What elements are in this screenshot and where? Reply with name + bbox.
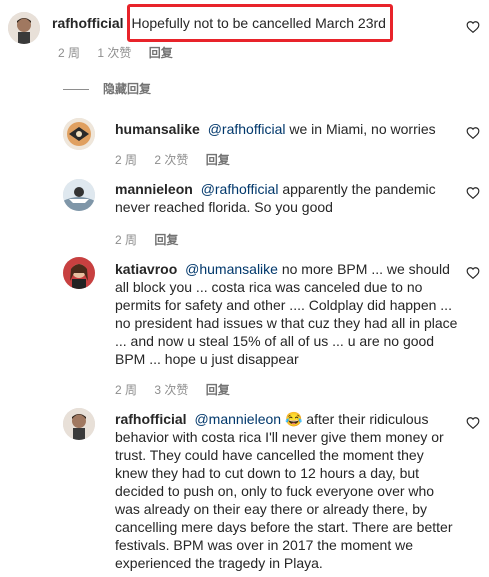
comment-meta: 2 周 2 次赞 回复 — [115, 151, 244, 168]
divider — [63, 89, 89, 91]
laughing-emoji-icon: 😂 — [284, 411, 303, 427]
avatar[interactable] — [63, 118, 95, 150]
comment-meta: 2 周 回复 — [115, 231, 192, 248]
reply-button[interactable]: 回复 — [149, 46, 173, 60]
hide-replies-label: 隐藏回复 — [103, 82, 152, 96]
avatar[interactable] — [63, 179, 95, 211]
avatar[interactable] — [8, 12, 40, 44]
heart-icon[interactable] — [466, 126, 480, 140]
like-count[interactable]: 1 次赞 — [97, 46, 131, 60]
avatar[interactable] — [63, 257, 95, 289]
mention-link[interactable]: @humansalike — [185, 261, 278, 277]
heart-icon[interactable] — [466, 416, 480, 430]
username[interactable]: katiavroo — [115, 261, 177, 277]
comment-text: we in Miami, no worries — [285, 121, 436, 137]
mention-link[interactable]: @rafhofficial — [201, 181, 279, 197]
mention-link[interactable]: @mannieleon — [194, 411, 281, 427]
avatar[interactable] — [63, 408, 95, 440]
reply-button[interactable]: 回复 — [206, 153, 230, 167]
like-count[interactable]: 2 次赞 — [154, 153, 188, 167]
like-count[interactable]: 3 次赞 — [154, 383, 188, 397]
timestamp[interactable]: 2 周 — [115, 233, 137, 247]
heart-icon[interactable] — [466, 266, 480, 280]
username[interactable]: humansalike — [115, 121, 200, 137]
heart-icon[interactable] — [466, 186, 480, 200]
username[interactable]: rafhofficial — [52, 15, 124, 31]
heart-icon[interactable] — [466, 20, 480, 34]
reply-button[interactable]: 回复 — [206, 383, 230, 397]
mention-link[interactable]: @rafhofficial — [208, 121, 286, 137]
reply-button[interactable]: 回复 — [154, 233, 178, 247]
comment-meta: 2 周 1 次赞 回复 — [58, 44, 187, 61]
hide-replies-button[interactable]: 隐藏回复 — [63, 80, 151, 97]
timestamp[interactable]: 2 周 — [115, 153, 137, 167]
timestamp[interactable]: 2 周 — [115, 383, 137, 397]
timestamp[interactable]: 2 周 — [58, 46, 80, 60]
username[interactable]: mannieleon — [115, 181, 193, 197]
comment-text: Hopefully not to be cancelled March 23rd — [131, 15, 386, 31]
username[interactable]: rafhofficial — [115, 411, 187, 427]
comment-meta: 2 周 3 次赞 回复 — [115, 381, 244, 398]
comment-text: after their ridiculous behavior with cos… — [115, 411, 453, 571]
